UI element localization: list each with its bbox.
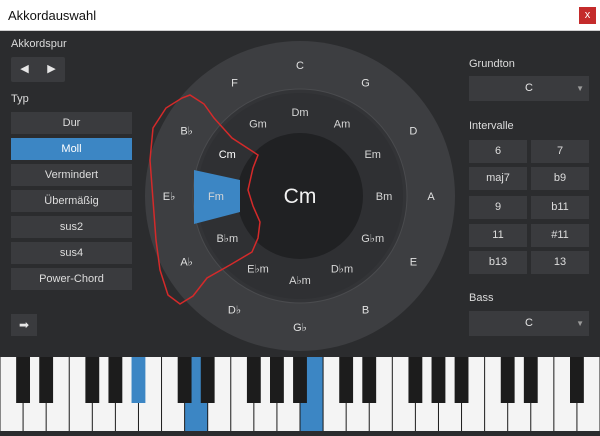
black-key[interactable] [570, 357, 584, 403]
inner-chord-11[interactable]: Dm [291, 107, 308, 119]
interval-b9[interactable]: b9 [531, 167, 589, 190]
black-key[interactable] [246, 357, 261, 403]
interval-6[interactable]: 6 [469, 140, 527, 163]
black-key[interactable] [16, 357, 30, 403]
inner-chord-7[interactable]: B♭m [216, 233, 238, 245]
interval-b11[interactable]: b11 [531, 196, 589, 219]
black-key[interactable] [523, 357, 538, 403]
black-key[interactable] [177, 357, 192, 403]
outer-chord-7[interactable]: D♭ [228, 304, 241, 316]
black-key[interactable] [408, 357, 423, 403]
black-key[interactable] [431, 357, 446, 403]
black-key[interactable] [39, 357, 54, 403]
interval-sharp11[interactable]: #11 [531, 224, 589, 247]
inner-chord-6[interactable]: E♭m [247, 264, 269, 276]
inner-chord-8[interactable]: Fm [208, 191, 224, 203]
outer-chord-4[interactable]: E [410, 256, 417, 268]
root-label: Grundton [469, 58, 515, 70]
intervals-label: Intervalle [469, 120, 514, 132]
center-chord-label: Cm [284, 185, 317, 208]
inner-chord-5[interactable]: A♭m [289, 275, 311, 287]
bass-dropdown[interactable]: C ▼ [469, 311, 589, 336]
root-value: C [525, 82, 533, 94]
bass-value: C [525, 317, 533, 329]
outer-chord-6[interactable]: G♭ [293, 322, 307, 334]
outer-chord-1[interactable]: G [361, 77, 370, 89]
outer-chord-0[interactable]: C [296, 60, 304, 72]
interval-7[interactable]: 7 [531, 140, 589, 163]
black-key[interactable] [108, 357, 123, 403]
black-key[interactable] [339, 357, 354, 403]
black-key[interactable] [131, 357, 146, 403]
black-key[interactable] [85, 357, 100, 403]
black-key[interactable] [500, 357, 515, 403]
inner-chord-3[interactable]: G♭m [361, 233, 384, 245]
inner-chord-1[interactable]: Em [364, 149, 381, 161]
outer-chord-5[interactable]: B [362, 304, 369, 316]
outer-chord-3[interactable]: A [427, 191, 435, 203]
interval-maj7[interactable]: maj7 [469, 167, 527, 190]
interval-9[interactable]: 9 [469, 196, 527, 219]
interval-11[interactable]: 11 [469, 224, 527, 247]
black-key[interactable] [454, 357, 469, 403]
piano-keyboard [0, 357, 600, 431]
black-key[interactable] [362, 357, 377, 403]
outer-chord-9[interactable]: E♭ [163, 191, 176, 203]
interval-b13[interactable]: b13 [469, 251, 527, 274]
black-key[interactable] [293, 357, 307, 403]
inner-chord-4[interactable]: D♭m [331, 264, 353, 276]
bass-label: Bass [469, 292, 494, 304]
chevron-down-icon: ▼ [576, 84, 584, 93]
inner-chord-0[interactable]: Am [334, 118, 351, 130]
interval-13[interactable]: 13 [531, 251, 589, 274]
inner-chord-9[interactable]: Cm [219, 149, 236, 161]
root-dropdown[interactable]: C ▼ [469, 76, 589, 101]
outer-chord-8[interactable]: A♭ [180, 256, 193, 268]
chevron-down-icon: ▼ [576, 319, 584, 328]
inner-chord-2[interactable]: Bm [376, 191, 393, 203]
outer-chord-2[interactable]: D [409, 125, 417, 137]
outer-chord-10[interactable]: B♭ [180, 125, 193, 137]
outer-chord-11[interactable]: F [231, 77, 238, 89]
piano-keys [0, 357, 600, 431]
black-key[interactable] [200, 357, 215, 403]
inner-chord-10[interactable]: Gm [249, 118, 267, 130]
black-key[interactable] [270, 357, 284, 403]
